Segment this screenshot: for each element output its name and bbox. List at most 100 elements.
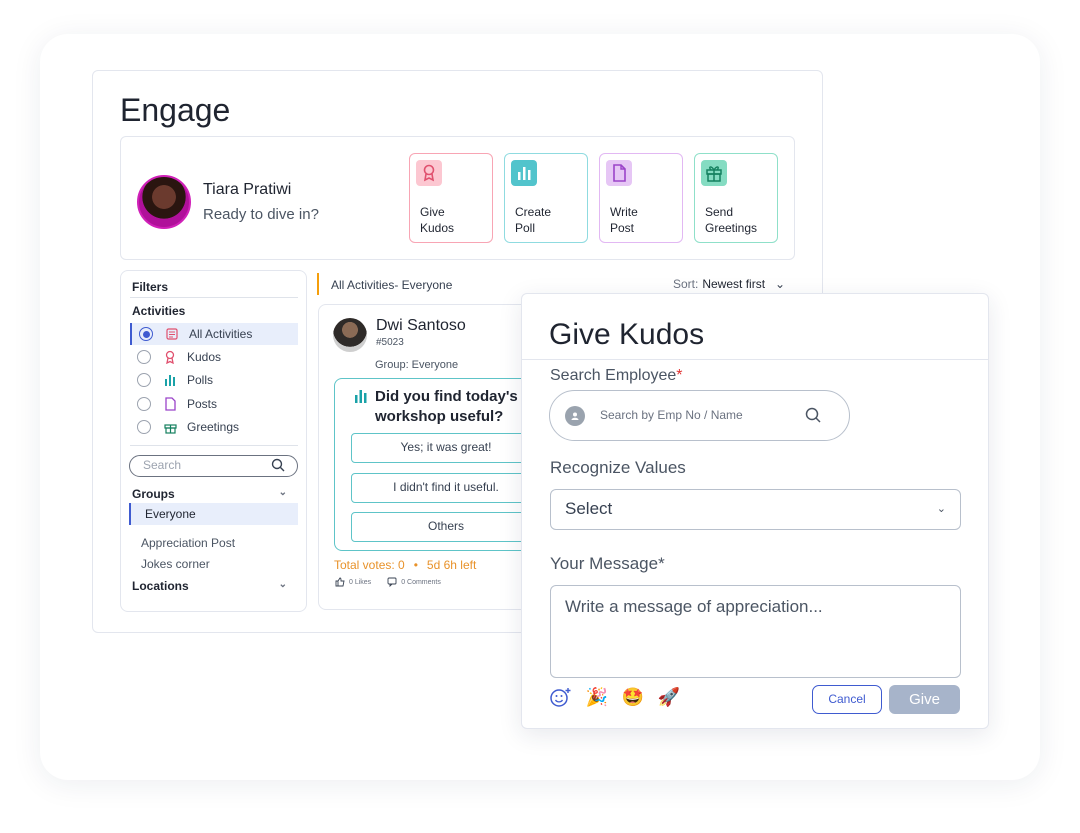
total-votes: Total votes: 0 — [334, 558, 405, 572]
feed-title: All Activities- Everyone — [331, 278, 453, 292]
filter-posts[interactable]: Posts — [130, 393, 298, 415]
filter-all-activities[interactable]: All Activities — [130, 323, 298, 345]
time-left: 5d 6h left — [426, 558, 477, 572]
locations-label: Locations — [132, 579, 189, 593]
ribbon-icon — [416, 160, 442, 186]
search-placeholder: Search — [143, 458, 182, 472]
groups-heading[interactable]: Groups ⌄ — [132, 487, 287, 501]
radio[interactable] — [137, 350, 151, 364]
bar-chart-icon — [354, 389, 368, 408]
filter-label: Posts — [187, 397, 218, 411]
feed-accent-bar — [317, 273, 319, 295]
send-greetings-label: Send Greetings — [705, 205, 758, 235]
employee-search-input[interactable]: Search by Emp No / Name — [549, 390, 850, 441]
poll-option[interactable]: I didn't find it useful. — [351, 473, 541, 503]
poll-option[interactable]: Yes; it was great! — [351, 433, 541, 463]
user-greeting: Ready to dive in? — [203, 206, 319, 223]
divider — [522, 359, 988, 360]
write-post-label: Write Post — [610, 205, 638, 235]
label-text: Search Employee — [550, 367, 677, 384]
emoji-toolbar: 🎉 🤩 🚀 — [550, 686, 680, 708]
document-icon — [606, 160, 632, 186]
post-author[interactable]: Dwi Santoso — [376, 317, 466, 335]
required-asterisk: * — [658, 554, 665, 573]
gift-icon — [163, 420, 177, 434]
give-button[interactable]: Give — [889, 685, 960, 714]
create-poll-label: Create Poll — [515, 205, 552, 235]
search-icon[interactable] — [805, 407, 821, 428]
modal-title: Give Kudos — [549, 318, 705, 351]
avatar — [137, 175, 191, 229]
chevron-down-icon[interactable]: ⌄ — [279, 487, 287, 498]
rocket-icon[interactable]: 🚀 — [658, 686, 680, 708]
required-asterisk: * — [676, 367, 683, 384]
bar-chart-icon — [163, 373, 177, 387]
search-placeholder: Search by Emp No / Name — [600, 408, 743, 422]
send-greetings-card[interactable]: Send Greetings — [694, 153, 778, 243]
chevron-down-icon[interactable]: ⌄ — [279, 579, 287, 590]
filter-label: Greetings — [187, 420, 240, 434]
locations-heading[interactable]: Locations ⌄ — [132, 579, 287, 593]
list-icon — [165, 327, 179, 341]
your-message-label: Your Message* — [550, 554, 665, 574]
user-name: Tiara Pratiwi — [203, 181, 292, 198]
search-employee-label: Search Employee* — [550, 367, 683, 385]
page-title: Engage — [120, 92, 231, 128]
sort-value: Newest first — [702, 277, 766, 291]
star-struck-icon[interactable]: 🤩 — [622, 686, 644, 708]
thumbs-up-icon — [335, 577, 345, 587]
filter-polls[interactable]: Polls — [130, 369, 298, 391]
like-button[interactable]: 0 Likes — [335, 577, 371, 587]
ribbon-icon — [163, 350, 177, 364]
filter-label: Polls — [187, 373, 214, 387]
dot-separator: • — [413, 558, 418, 572]
search-icon — [271, 458, 285, 478]
group-everyone[interactable]: Everyone — [129, 503, 298, 525]
divider — [130, 445, 298, 446]
comment-button[interactable]: 0 Comments — [387, 577, 441, 587]
comment-icon — [387, 577, 397, 587]
radio[interactable] — [137, 373, 151, 387]
document-icon — [163, 397, 177, 411]
party-popper-icon[interactable]: 🎉 — [586, 686, 608, 708]
author-avatar — [333, 318, 367, 352]
poll-stats: Total votes: 0 • 5d 6h left — [334, 558, 476, 572]
poll-option[interactable]: Others — [351, 512, 541, 542]
radio[interactable] — [137, 420, 151, 434]
poll-question: Did you find today's workshop useful? — [375, 388, 518, 425]
cancel-button[interactable]: Cancel — [812, 685, 882, 714]
give-kudos-label: Give Kudos — [420, 205, 455, 235]
comments-count: 0 Comments — [401, 578, 441, 586]
chevron-down-icon: ⌄ — [936, 503, 946, 515]
give-kudos-card[interactable]: Give Kudos — [409, 153, 493, 243]
activities-heading: Activities — [132, 304, 186, 318]
select-value: Select — [565, 499, 613, 518]
group-appreciation-post[interactable]: Appreciation Post — [141, 536, 235, 550]
groups-label: Groups — [132, 487, 175, 501]
divider — [130, 297, 298, 298]
create-poll-card[interactable]: Create Poll — [504, 153, 588, 243]
label-text: Your Message — [550, 554, 659, 573]
filter-search-input[interactable]: Search — [129, 455, 298, 477]
sort-label: Sort: — [673, 277, 699, 291]
message-textarea[interactable]: Write a message of appreciation... — [550, 585, 961, 678]
add-emoji-icon[interactable] — [550, 686, 572, 708]
message-placeholder: Write a message of appreciation... — [565, 597, 823, 616]
filter-kudos[interactable]: Kudos — [130, 346, 298, 368]
filter-greetings[interactable]: Greetings — [130, 416, 298, 438]
chevron-down-icon: ⌄ — [775, 277, 786, 291]
filter-label: Kudos — [187, 350, 222, 364]
likes-count: 0 Likes — [349, 578, 372, 586]
radio-selected[interactable] — [139, 327, 153, 341]
radio[interactable] — [137, 397, 151, 411]
write-post-card[interactable]: Write Post — [599, 153, 683, 243]
values-select[interactable]: Select ⌄ — [550, 489, 961, 530]
post-emp-id: #5023 — [376, 337, 404, 348]
post-reactions: 0 Likes 0 Comments — [335, 577, 441, 587]
user-icon — [565, 406, 585, 426]
filter-label: All Activities — [189, 327, 253, 341]
sort-dropdown[interactable]: Sort: Newest first ⌄ — [673, 277, 785, 291]
gift-icon — [701, 160, 727, 186]
group-jokes-corner[interactable]: Jokes corner — [141, 557, 210, 571]
filters-title: Filters — [132, 280, 169, 294]
